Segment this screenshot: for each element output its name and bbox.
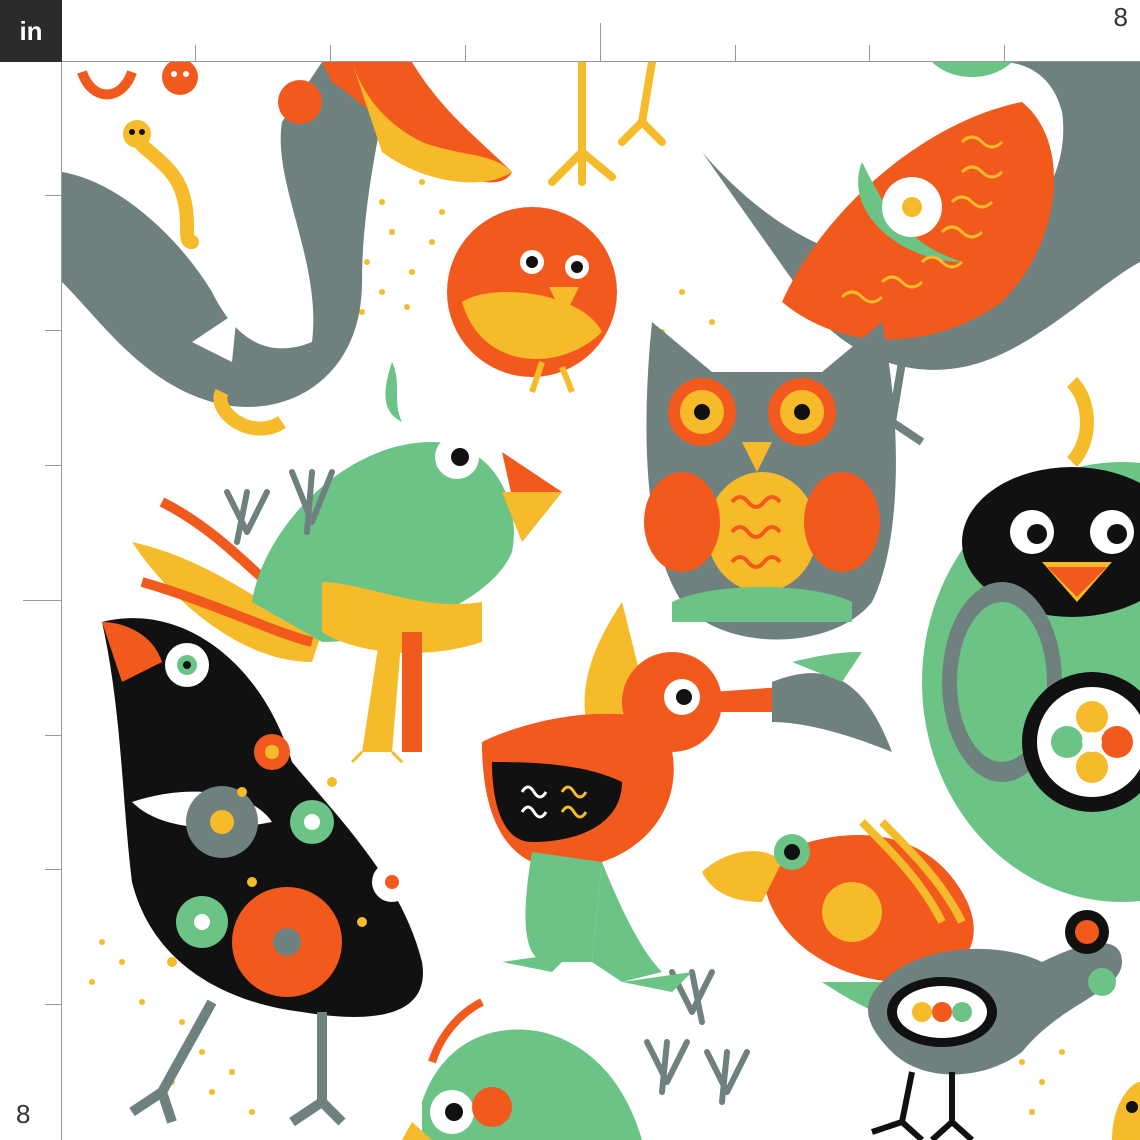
round-bird — [922, 377, 1140, 902]
ruler-tick — [45, 1004, 61, 1005]
left-ruler-end-label: 8 — [16, 1099, 31, 1129]
top-ruler-end-label: 8 — [1113, 2, 1128, 32]
ruler-tick — [465, 45, 466, 61]
top-ruler: 8 — [62, 0, 1140, 62]
ruler-tick — [45, 195, 61, 196]
bird-pattern-illustration — [62, 62, 1140, 1140]
ruler-tick — [869, 45, 870, 61]
orange-worm — [77, 62, 198, 100]
yellow-bird-corner — [1112, 1082, 1140, 1140]
unit-label: in — [19, 15, 43, 46]
green-parrot-head — [402, 998, 642, 1140]
ruler-tick — [600, 23, 601, 61]
ruler-tick — [195, 45, 196, 61]
ruler-tick — [1004, 45, 1005, 61]
unit-label-corner: in — [0, 0, 62, 62]
owl — [644, 322, 896, 640]
chick — [447, 207, 617, 394]
left-ruler: 8 — [0, 62, 62, 1140]
ruler-tick — [45, 465, 61, 466]
rooster-bird — [62, 62, 512, 436]
ruler-tick — [45, 735, 61, 736]
ruler-tick — [45, 330, 61, 331]
ruler-tick — [45, 869, 61, 870]
ruler-tick — [23, 600, 61, 601]
ruler-tick — [735, 45, 736, 61]
fabric-swatch — [62, 62, 1140, 1140]
ruler-tick — [330, 45, 331, 61]
chick-feet — [548, 62, 666, 186]
